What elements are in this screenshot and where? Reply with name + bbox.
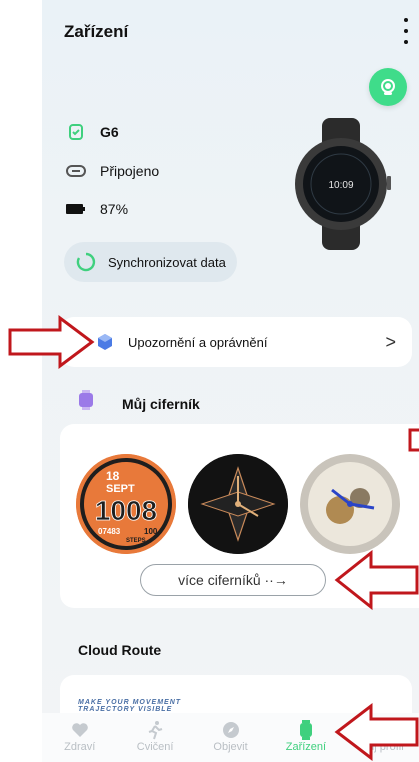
customer-support-button[interactable] [369,68,407,106]
more-watchfaces-button[interactable]: více ciferníků ··→ [140,564,326,596]
watch-icon [299,719,313,741]
connection-status-row: Připojeno [66,163,159,179]
tab-exercise-label: Cvičení [136,741,174,753]
cloud-route-banner-line1: MAKE YOUR MOVEMENT [78,699,182,706]
watchface-3[interactable] [300,454,400,554]
battery-icon [66,201,86,217]
tab-discover[interactable]: Objevit [193,713,268,762]
cloud-route-title: Cloud Route [78,642,162,658]
cloud-route-banner-line2: TRAJECTORY VISIBLE [78,706,173,713]
annotation-arrow-edge [408,428,419,452]
watchface-section-icon [79,390,93,410]
face1-percent: 100 [144,527,158,536]
watch-screen-time: 10:09 [328,180,353,191]
watchfaces-title: Můj ciferník [122,396,200,412]
battery-row: 87% [66,201,128,217]
sync-label: Synchronizovat data [108,254,226,270]
more-menu-icon[interactable] [401,18,411,44]
tab-discover-label: Objevit [213,741,248,753]
chevron-right-icon: > [385,332,396,352]
sync-icon [76,252,96,272]
page-title: Zařízení [64,22,129,41]
notifications-permissions-item[interactable]: Upozornění a oprávnění > [60,317,412,367]
tab-exercise[interactable]: Cvičení [117,713,192,762]
more-watchfaces-label: více ciferníků ··→ [178,572,288,588]
cube-icon [98,334,112,350]
watch-image: 10:09 [295,118,391,250]
face1-day: 18 [106,469,120,483]
face1-month: SEPT [106,483,135,495]
annotation-arrow-more-watchfaces [334,549,419,611]
watch-icon [66,124,86,140]
running-icon [146,719,164,741]
face1-time: 1008 [95,495,157,526]
annotation-arrow-device-tab [334,703,419,761]
app-screen: Zařízení G6 Připojeno 87% Synchronizovat… [42,0,419,762]
compass-icon [222,719,240,741]
heart-icon [71,719,89,741]
cloud-route-banner: MAKE YOUR MOVEMENT TRAJECTORY VISIBLE [78,699,181,713]
notifications-label: Upozornění a oprávnění [128,334,268,350]
tab-health[interactable]: Zdraví [42,713,117,762]
annotation-arrow-notifications [8,315,95,369]
headset-icon [381,79,395,95]
sync-data-button[interactable]: Synchronizovat data [64,242,237,282]
face1-steps: 07483 [98,527,121,536]
tab-health-label: Zdraví [64,741,96,753]
battery-level: 87% [100,201,129,217]
device-name-row: G6 [66,124,119,140]
face1-steps-label: STEPS [126,538,146,544]
watchface-2[interactable] [188,454,288,554]
link-icon [66,163,86,179]
tab-device-label: Zařízení [285,741,327,753]
watchface-1[interactable]: 18 SEPT 1008 07483 STEPS 100 [76,454,176,554]
device-name: G6 [100,124,119,140]
connection-status: Připojeno [100,163,160,179]
